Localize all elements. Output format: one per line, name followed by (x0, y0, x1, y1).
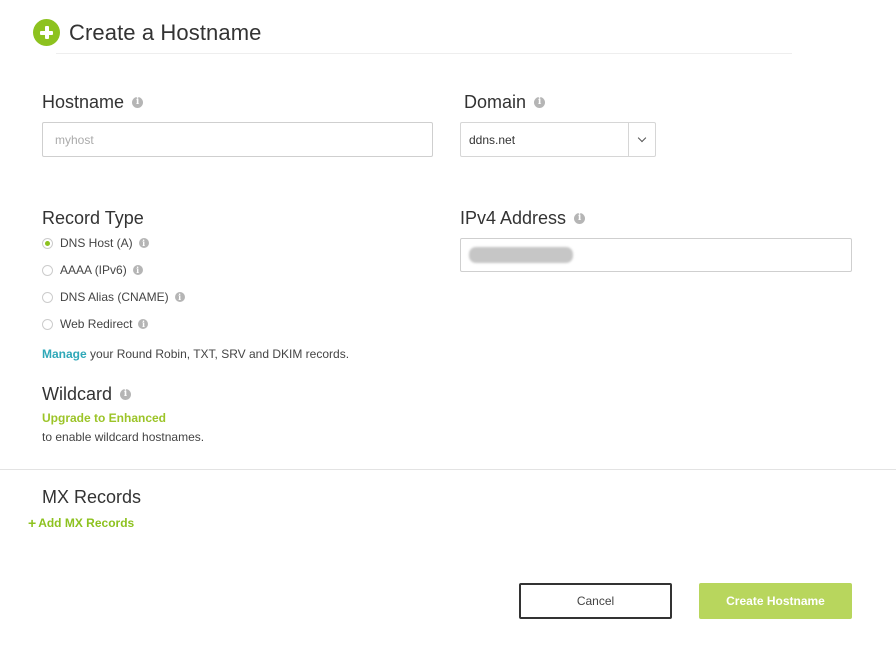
info-icon[interactable]: i (534, 97, 546, 108)
radio-aaaa-ipv6[interactable]: AAAA (IPv6) i (42, 263, 143, 277)
hostname-placeholder: myhost (55, 132, 94, 147)
manage-link[interactable]: Manage (42, 347, 87, 361)
domain-select[interactable]: ddns.net (460, 122, 656, 157)
wildcard-label: Wildcard i (42, 384, 132, 405)
ipv4-label: IPv4 Address i (460, 208, 586, 229)
domain-label: Domain i (464, 92, 546, 113)
radio-web-redirect[interactable]: Web Redirect i (42, 317, 149, 331)
hostname-input[interactable]: myhost (42, 122, 433, 157)
mx-records-label: MX Records (42, 487, 141, 508)
info-icon[interactable]: i (120, 389, 132, 400)
radio-label: DNS Host (A) (60, 236, 133, 250)
chevron-down-icon (637, 133, 647, 143)
manage-records-line: Manage your Round Robin, TXT, SRV and DK… (42, 347, 349, 361)
wildcard-label-text: Wildcard (42, 384, 113, 404)
section-divider (0, 469, 896, 470)
info-icon[interactable]: i (138, 319, 149, 329)
radio-dns-host-a[interactable]: DNS Host (A) i (42, 236, 149, 250)
info-icon[interactable]: i (574, 213, 586, 224)
title-row: Create a Hostname (33, 19, 261, 46)
hostname-label: Hostname i (42, 92, 144, 113)
mx-records-label-text: MX Records (42, 487, 142, 507)
info-icon[interactable]: i (132, 265, 143, 275)
redacted-ip-value (469, 247, 573, 263)
domain-label-text: Domain (464, 92, 527, 112)
wildcard-description: to enable wildcard hostnames. (42, 430, 205, 444)
upgrade-to-enhanced-link[interactable]: Upgrade to Enhanced (42, 411, 166, 425)
domain-selected-value: ddns.net (469, 132, 516, 147)
page-title: Create a Hostname (69, 19, 262, 45)
radio-button[interactable] (42, 264, 53, 276)
info-icon[interactable]: i (174, 292, 185, 302)
add-mx-records-link[interactable]: + Add MX Records (28, 515, 134, 531)
cancel-button[interactable]: Cancel (519, 583, 672, 619)
plus-icon: + (28, 515, 37, 531)
radio-button-checked[interactable] (42, 237, 53, 249)
domain-dropdown-toggle[interactable] (628, 123, 655, 156)
manage-text: your Round Robin, TXT, SRV and DKIM reco… (86, 347, 350, 361)
radio-dns-alias-cname[interactable]: DNS Alias (CNAME) i (42, 290, 185, 304)
radio-label: Web Redirect (60, 317, 133, 331)
info-icon[interactable]: i (138, 238, 149, 248)
ipv4-input[interactable] (460, 238, 852, 272)
add-mx-records-label: Add MX Records (38, 516, 135, 530)
create-hostname-button[interactable]: Create Hostname (699, 583, 852, 619)
record-type-label: Record Type (42, 208, 144, 229)
info-icon[interactable]: i (132, 97, 144, 108)
title-divider (56, 53, 792, 54)
radio-label: DNS Alias (CNAME) (60, 290, 169, 304)
radio-button[interactable] (42, 291, 53, 303)
radio-button[interactable] (42, 318, 53, 330)
hostname-label-text: Hostname (42, 92, 125, 112)
radio-label: AAAA (IPv6) (60, 263, 127, 277)
ipv4-label-text: IPv4 Address (460, 208, 567, 228)
record-type-label-text: Record Type (42, 208, 144, 228)
plus-circle-icon (33, 19, 60, 46)
